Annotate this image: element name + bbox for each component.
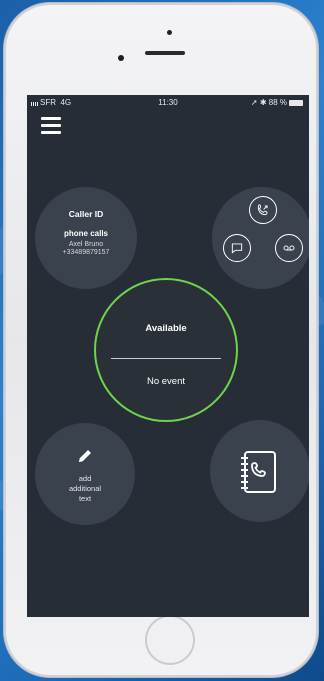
proximity-sensor bbox=[118, 55, 124, 61]
caller-name: Axel Bruno bbox=[68, 241, 104, 248]
caller-id-title: Caller ID bbox=[68, 209, 104, 219]
caller-id-subtitle: phone calls bbox=[63, 229, 108, 238]
add-text-line1: add bbox=[78, 474, 92, 483]
location-icon: ➚ bbox=[250, 98, 258, 107]
quick-actions-panel bbox=[212, 187, 309, 289]
status-divider bbox=[111, 358, 221, 359]
presence-status-button[interactable]: Available No event bbox=[94, 278, 238, 422]
add-text-button[interactable]: add additional text bbox=[35, 423, 135, 525]
hamburger-menu-icon[interactable] bbox=[41, 117, 61, 135]
caller-number: +33489879157 bbox=[62, 249, 110, 256]
call-forward-icon[interactable] bbox=[249, 196, 277, 224]
phone-book-icon bbox=[241, 451, 276, 493]
caller-id-card[interactable]: Caller ID phone calls Axel Bruno +334898… bbox=[35, 187, 137, 289]
add-text-line3: text bbox=[78, 494, 92, 503]
bluetooth-icon: ✱ bbox=[259, 98, 267, 107]
earpiece-speaker bbox=[145, 51, 185, 55]
battery-icon bbox=[289, 99, 303, 106]
voicemail-icon[interactable] bbox=[275, 234, 303, 262]
presence-status-label: Available bbox=[145, 323, 187, 334]
pencil-icon bbox=[79, 450, 91, 462]
battery-percent: 88 % bbox=[268, 98, 287, 107]
front-camera bbox=[167, 30, 172, 35]
home-button[interactable] bbox=[145, 615, 195, 665]
phone-frame: SFR 4G 11:30 ➚ ✱ 88 % Caller ID phone ca… bbox=[4, 3, 318, 677]
add-text-line2: additional bbox=[68, 484, 102, 493]
battery-info: ➚ ✱ 88 % bbox=[251, 98, 303, 107]
contacts-button[interactable] bbox=[210, 420, 309, 522]
app-screen: SFR 4G 11:30 ➚ ✱ 88 % Caller ID phone ca… bbox=[27, 95, 309, 617]
presence-event-label: No event bbox=[146, 376, 186, 387]
chat-bubble-icon[interactable] bbox=[223, 234, 251, 262]
status-bar: SFR 4G 11:30 ➚ ✱ 88 % bbox=[27, 95, 309, 109]
